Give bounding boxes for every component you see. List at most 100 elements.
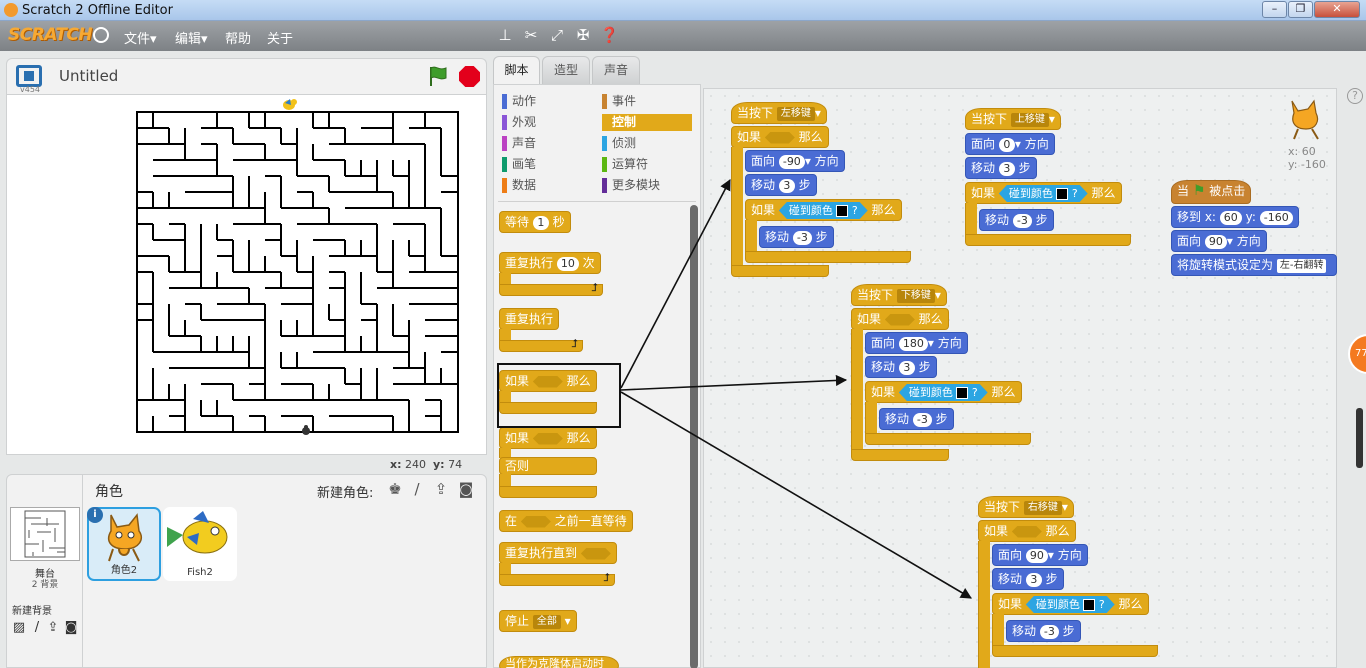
category-events[interactable]: 事件: [602, 93, 692, 110]
bird-sprite: [283, 99, 297, 110]
backdrop-count: 2 背景: [31, 580, 59, 590]
if-touching-color-down[interactable]: 如果 碰到颜色 ? 那么: [865, 381, 1022, 403]
category-pen[interactable]: 画笔: [502, 156, 592, 173]
delete-scissors-icon[interactable]: ✂: [522, 26, 540, 44]
minimize-button[interactable]: –: [1262, 1, 1287, 18]
grow-icon[interactable]: ⤢: [548, 26, 566, 44]
shrink-icon[interactable]: ✠: [574, 26, 592, 44]
point-direction-flag[interactable]: 面向 90 ▾ 方向: [1171, 230, 1267, 252]
menu-file[interactable]: 文件▾: [124, 28, 157, 47]
hat-when-flag-clicked[interactable]: 当 ⚑ 被点击: [1171, 180, 1252, 204]
camera-sprite-icon[interactable]: ◙: [456, 480, 476, 498]
sprite-position: x: 60 y: -160: [1288, 145, 1326, 171]
if-touching-color-up[interactable]: 如果 碰到颜色 ? 那么: [965, 182, 1122, 204]
sprite-pane: 舞台 2 背景 新建背景 ▨ / ⇪ ◙ 角色 新建角色: ♚ / ⇪ ◙ i …: [6, 474, 487, 668]
choose-sprite-icon[interactable]: ♚: [385, 480, 405, 498]
project-title[interactable]: Untitled: [59, 67, 118, 85]
block-repeat-until[interactable]: 重复执行直到: [499, 542, 617, 564]
block-wait[interactable]: 等待 1 秒: [499, 211, 571, 233]
if-touching-color-left[interactable]: 如果 碰到颜色 ? 那么: [745, 199, 902, 221]
category-data[interactable]: 数据: [502, 177, 592, 194]
category-sound[interactable]: 声音: [502, 135, 592, 152]
move-steps-right[interactable]: 移动 3 步: [992, 568, 1064, 590]
globe-icon[interactable]: [93, 27, 109, 43]
menu-bar: SCRATCH 文件▾ 编辑▾ 帮助 关于 ⊥ ✂ ⤢ ✠ ❓: [0, 21, 1366, 51]
block-stop[interactable]: 停止 全部 ▾: [499, 610, 577, 632]
stop-icon[interactable]: [459, 66, 480, 87]
block-repeat[interactable]: 重复执行 10 次: [499, 252, 601, 274]
maximize-button[interactable]: ❐: [1288, 1, 1313, 18]
upload-backdrop-icon[interactable]: ⇪: [45, 621, 61, 635]
fish-thumbnail: [167, 511, 228, 554]
scratch-logo[interactable]: SCRATCH: [8, 25, 93, 45]
category-control[interactable]: 控制: [602, 114, 692, 131]
close-button[interactable]: ✕: [1314, 1, 1360, 18]
title-bar: Scratch 2 Offline Editor – ❐ ✕: [0, 0, 1366, 21]
maze-image: [136, 99, 459, 435]
move-back-right[interactable]: 移动 -3 步: [1006, 620, 1081, 642]
palette-divider: [498, 201, 696, 202]
menu-help[interactable]: 帮助: [225, 28, 251, 47]
tab-costumes[interactable]: 造型: [542, 56, 590, 84]
category-motion[interactable]: 动作: [502, 93, 592, 110]
if-touching-color-right[interactable]: 如果 碰到颜色 ? 那么: [992, 593, 1149, 615]
move-steps-down[interactable]: 移动 3 步: [865, 356, 937, 378]
if-block-down[interactable]: 如果 那么: [851, 308, 949, 330]
goto-xy[interactable]: 移到 x: 60 y: -160: [1171, 206, 1299, 228]
mouse-coordinates: x: 240 y: 74: [390, 458, 463, 471]
point-direction-right[interactable]: 面向 90 ▾ 方向: [992, 544, 1088, 566]
camera-backdrop-icon[interactable]: ◙: [63, 621, 79, 635]
stage-thumbnail[interactable]: [10, 507, 80, 561]
sprite-card-fish[interactable]: Fish2: [163, 507, 237, 581]
sprite-card-cat[interactable]: i 角色2: [87, 507, 161, 581]
category-looks[interactable]: 外观: [502, 114, 592, 131]
version-label: v454: [20, 85, 41, 94]
upload-sprite-icon[interactable]: ⇪: [431, 480, 451, 498]
menu-edit[interactable]: 编辑▾: [175, 28, 208, 47]
stage-column: 舞台 2 背景 新建背景 ▨ / ⇪ ◙: [7, 475, 83, 668]
move-steps-left[interactable]: 移动 3 步: [745, 174, 817, 196]
block-if-else[interactable]: 如果 那么: [499, 427, 597, 449]
menu-about[interactable]: 关于: [267, 28, 293, 47]
fullscreen-icon[interactable]: [16, 65, 42, 87]
point-direction-left[interactable]: 面向 -90 ▾ 方向: [745, 150, 845, 172]
move-back-up[interactable]: 移动 -3 步: [979, 209, 1054, 231]
new-sprite-label: 新建角色:: [317, 486, 374, 501]
help-circle-icon[interactable]: ?: [1347, 88, 1363, 104]
block-when-clone[interactable]: 当作为克隆体启动时: [499, 656, 619, 668]
move-back-down[interactable]: 移动 -3 步: [879, 408, 954, 430]
move-steps-up[interactable]: 移动 3 步: [965, 157, 1037, 179]
hat-when-down-key[interactable]: 当按下 下移键 ▾: [851, 284, 947, 306]
help-question-icon[interactable]: ❓: [600, 26, 619, 44]
hat-when-up-key[interactable]: 当按下 上移键 ▾: [965, 108, 1061, 130]
tab-scripts[interactable]: 脚本: [493, 56, 540, 84]
category-operators[interactable]: 运算符: [602, 156, 692, 173]
if-block-right[interactable]: 如果 那么: [978, 520, 1076, 542]
script-area-scrollbar[interactable]: [1356, 408, 1363, 468]
move-back-left[interactable]: 移动 -3 步: [759, 226, 834, 248]
tab-sounds[interactable]: 声音: [592, 56, 640, 84]
notification-badge[interactable]: 77: [1348, 334, 1366, 374]
category-sensing[interactable]: 侦测: [602, 135, 692, 152]
sprites-header: 角色: [95, 484, 123, 500]
point-direction-up[interactable]: 面向 0 ▾ 方向: [965, 133, 1055, 155]
hat-when-left-key[interactable]: 当按下 左移键 ▾: [731, 102, 827, 124]
info-icon[interactable]: i: [87, 507, 103, 523]
stage-canvas[interactable]: [6, 94, 487, 455]
choose-backdrop-icon[interactable]: ▨: [11, 621, 27, 635]
paint-backdrop-icon[interactable]: /: [29, 621, 45, 635]
green-flag-icon[interactable]: [427, 65, 449, 87]
point-direction-down[interactable]: 面向 180 ▾ 方向: [865, 332, 968, 354]
block-forever[interactable]: 重复执行: [499, 308, 560, 330]
duplicate-stamp-icon[interactable]: ⊥: [496, 26, 514, 44]
block-wait-until[interactable]: 在 之前一直等待: [499, 510, 633, 532]
set-rotation-style[interactable]: 将旋转模式设定为 左-右翻转: [1171, 254, 1337, 276]
sprite-preview-icon: [1291, 99, 1319, 140]
paint-sprite-icon[interactable]: /: [407, 480, 427, 498]
category-more-blocks[interactable]: 更多模块: [602, 177, 692, 194]
highlight-box: [497, 363, 621, 428]
if-block-left[interactable]: 如果 那么: [731, 126, 829, 148]
repeat-arrow-icon: ⮥: [499, 281, 603, 296]
palette-scrollbar[interactable]: [690, 205, 698, 668]
hat-when-right-key[interactable]: 当按下 右移键 ▾: [978, 496, 1074, 518]
